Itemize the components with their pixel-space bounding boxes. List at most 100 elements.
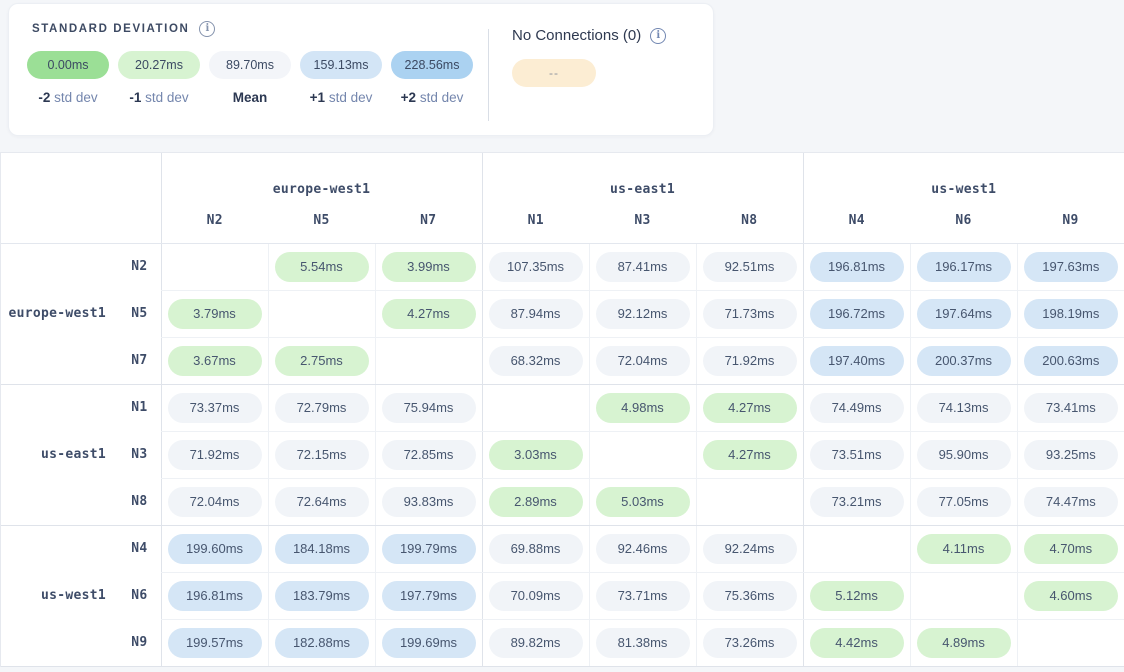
cell-N8-N6: 77.05ms: [910, 478, 1017, 525]
latency-pill[interactable]: 69.88ms: [489, 534, 583, 564]
latency-pill[interactable]: 4.89ms: [917, 628, 1011, 658]
row-node-N1: N1: [106, 384, 161, 431]
latency-pill[interactable]: 198.19ms: [1024, 299, 1118, 329]
cell-N1-N9: 73.41ms: [1017, 384, 1124, 431]
info-icon[interactable]: i: [199, 21, 215, 37]
latency-pill[interactable]: 73.51ms: [810, 440, 904, 470]
cell-N7-N2: 3.67ms: [161, 337, 268, 384]
latency-pill[interactable]: 72.64ms: [275, 487, 369, 517]
latency-pill[interactable]: 200.37ms: [917, 346, 1011, 376]
latency-pill[interactable]: 196.17ms: [917, 252, 1011, 282]
latency-matrix: europe-west1us-east1us-west1N2N5N7N1N3N8…: [0, 152, 1124, 667]
latency-pill[interactable]: 3.99ms: [382, 252, 476, 282]
latency-pill[interactable]: 72.04ms: [596, 346, 690, 376]
legend-label: -2 std dev: [38, 90, 97, 105]
latency-pill[interactable]: 4.70ms: [1024, 534, 1118, 564]
latency-pill[interactable]: 92.51ms: [703, 252, 797, 282]
latency-pill[interactable]: 73.71ms: [596, 581, 690, 611]
cell-N8-N7: 93.83ms: [375, 478, 482, 525]
latency-pill[interactable]: 71.92ms: [703, 346, 797, 376]
latency-pill[interactable]: 184.18ms: [275, 534, 369, 564]
latency-pill[interactable]: 183.79ms: [275, 581, 369, 611]
latency-pill[interactable]: 73.41ms: [1024, 393, 1118, 423]
latency-pill[interactable]: 3.67ms: [168, 346, 262, 376]
latency-pill[interactable]: 93.83ms: [382, 487, 476, 517]
latency-pill[interactable]: 75.94ms: [382, 393, 476, 423]
latency-pill[interactable]: 77.05ms: [917, 487, 1011, 517]
latency-pill[interactable]: 72.79ms: [275, 393, 369, 423]
latency-pill[interactable]: 3.79ms: [168, 299, 262, 329]
latency-pill[interactable]: 197.64ms: [917, 299, 1011, 329]
latency-pill[interactable]: 74.13ms: [917, 393, 1011, 423]
latency-pill[interactable]: 196.81ms: [810, 252, 904, 282]
cell-N5-N4: 196.72ms: [803, 290, 910, 337]
matrix-row-N7: N73.67ms2.75ms68.32ms72.04ms71.92ms197.4…: [1, 337, 1124, 384]
latency-pill[interactable]: 92.46ms: [596, 534, 690, 564]
latency-pill[interactable]: 196.81ms: [168, 581, 262, 611]
latency-pill[interactable]: 87.94ms: [489, 299, 583, 329]
latency-pill[interactable]: 73.37ms: [168, 393, 262, 423]
latency-pill[interactable]: 5.12ms: [810, 581, 904, 611]
cell-N3-N6: 95.90ms: [910, 431, 1017, 478]
latency-pill[interactable]: 73.26ms: [703, 628, 797, 658]
latency-pill[interactable]: 199.57ms: [168, 628, 262, 658]
latency-pill[interactable]: 89.82ms: [489, 628, 583, 658]
std-dev-title: STANDARD DEVIATION: [32, 23, 189, 35]
latency-pill[interactable]: 197.63ms: [1024, 252, 1118, 282]
latency-pill[interactable]: 4.11ms: [917, 534, 1011, 564]
cell-N3-N1: 3.03ms: [482, 431, 589, 478]
latency-pill[interactable]: 4.60ms: [1024, 581, 1118, 611]
latency-pill[interactable]: 87.41ms: [596, 252, 690, 282]
latency-pill[interactable]: 4.27ms: [703, 440, 797, 470]
latency-pill[interactable]: 4.42ms: [810, 628, 904, 658]
latency-pill[interactable]: 107.35ms: [489, 252, 583, 282]
latency-pill[interactable]: 199.79ms: [382, 534, 476, 564]
std-dev-legend: STANDARD DEVIATION i 0.00ms-2 std dev20.…: [27, 21, 473, 105]
latency-pill[interactable]: 4.27ms: [703, 393, 797, 423]
cell-N5-N5: [268, 290, 375, 337]
latency-pill[interactable]: 199.69ms: [382, 628, 476, 658]
cell-N8-N5: 72.64ms: [268, 478, 375, 525]
latency-pill[interactable]: 73.21ms: [810, 487, 904, 517]
latency-pill[interactable]: 4.98ms: [596, 393, 690, 423]
latency-pill[interactable]: 71.73ms: [703, 299, 797, 329]
legend-label: +2 std dev: [401, 90, 464, 105]
latency-pill[interactable]: 92.12ms: [596, 299, 690, 329]
latency-pill[interactable]: 72.04ms: [168, 487, 262, 517]
latency-pill[interactable]: 3.03ms: [489, 440, 583, 470]
cell-N6-N8: 75.36ms: [696, 572, 803, 619]
cell-N4-N9: 4.70ms: [1017, 525, 1124, 572]
latency-pill[interactable]: 197.40ms: [810, 346, 904, 376]
cell-N1-N7: 75.94ms: [375, 384, 482, 431]
cell-N8-N4: 73.21ms: [803, 478, 910, 525]
latency-pill[interactable]: 68.32ms: [489, 346, 583, 376]
latency-pill[interactable]: 72.85ms: [382, 440, 476, 470]
latency-pill[interactable]: 70.09ms: [489, 581, 583, 611]
latency-pill[interactable]: 199.60ms: [168, 534, 262, 564]
cell-N8-N8: [696, 478, 803, 525]
latency-pill[interactable]: 5.03ms: [596, 487, 690, 517]
latency-pill[interactable]: 4.27ms: [382, 299, 476, 329]
info-icon[interactable]: i: [650, 28, 666, 44]
legend-pill: 228.56ms: [391, 51, 473, 79]
latency-pill[interactable]: 71.92ms: [168, 440, 262, 470]
latency-pill[interactable]: 81.38ms: [596, 628, 690, 658]
latency-pill[interactable]: 2.75ms: [275, 346, 369, 376]
latency-pill[interactable]: 2.89ms: [489, 487, 583, 517]
matrix-row-N1: us-east1N173.37ms72.79ms75.94ms4.98ms4.2…: [1, 384, 1124, 431]
latency-pill[interactable]: 74.49ms: [810, 393, 904, 423]
latency-pill[interactable]: 196.72ms: [810, 299, 904, 329]
latency-pill[interactable]: 182.88ms: [275, 628, 369, 658]
row-node-N6: N6: [106, 572, 161, 619]
latency-pill[interactable]: 74.47ms: [1024, 487, 1118, 517]
latency-pill[interactable]: 5.54ms: [275, 252, 369, 282]
latency-pill[interactable]: 197.79ms: [382, 581, 476, 611]
latency-pill[interactable]: 75.36ms: [703, 581, 797, 611]
cell-N4-N3: 92.46ms: [589, 525, 696, 572]
latency-pill[interactable]: 93.25ms: [1024, 440, 1118, 470]
latency-pill[interactable]: 72.15ms: [275, 440, 369, 470]
latency-pill[interactable]: 92.24ms: [703, 534, 797, 564]
latency-pill[interactable]: 200.63ms: [1024, 346, 1118, 376]
cell-N5-N7: 4.27ms: [375, 290, 482, 337]
latency-pill[interactable]: 95.90ms: [917, 440, 1011, 470]
